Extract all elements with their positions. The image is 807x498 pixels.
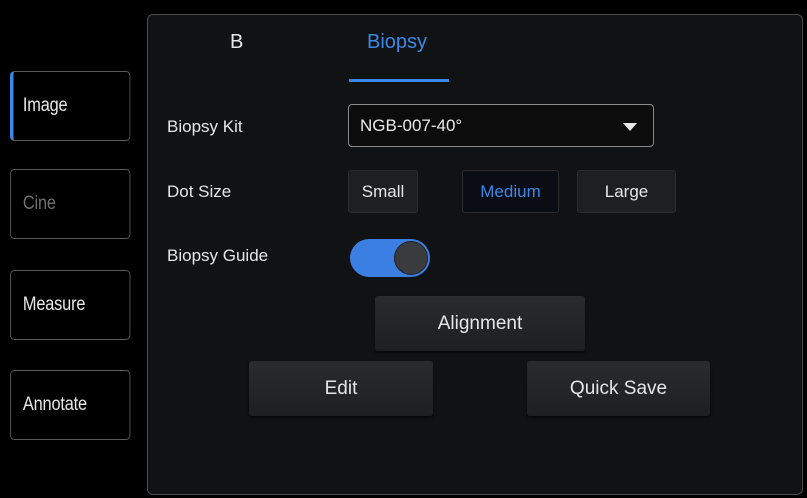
sidebar-item-cine[interactable]: Cine [10,169,131,239]
dot-size-medium-button[interactable]: Medium [462,170,559,213]
sidebar-item-image[interactable]: Image [10,71,131,141]
tab-b[interactable]: B [230,31,243,54]
sidebar-item-label: Annotate [22,394,87,415]
biopsy-guide-label: Biopsy Guide [167,246,269,265]
sidebar-item-label: Measure [22,294,86,315]
biopsy-kit-label: Biopsy Kit [167,117,243,136]
biopsy-settings-screen: Image Cine Measure Annotate B Biopsy Bio… [0,0,807,498]
alignment-button[interactable]: Alignment [375,296,585,351]
biopsy-kit-dropdown[interactable]: NGB-007-40° [348,104,654,147]
dot-size-label: Dot Size [167,182,232,201]
chevron-down-icon [623,123,637,131]
biopsy-guide-toggle[interactable] [350,239,430,277]
biopsy-kit-value: NGB-007-40° [360,115,463,135]
active-tab-indicator [349,79,449,82]
sidebar-item-label: Cine [22,193,56,214]
sidebar-item-annotate[interactable]: Annotate [10,370,131,440]
sidebar-item-label: Image [22,95,68,116]
sidebar-item-measure[interactable]: Measure [10,270,131,340]
dot-size-large-button[interactable]: Large [577,170,676,213]
tab-biopsy[interactable]: Biopsy [367,31,427,54]
dot-size-small-button[interactable]: Small [348,170,418,213]
settings-panel: B Biopsy Biopsy Kit NGB-007-40° Dot Size… [147,14,803,495]
edit-button[interactable]: Edit [249,361,433,416]
quick-save-button[interactable]: Quick Save [527,361,710,416]
toggle-knob [394,241,428,275]
